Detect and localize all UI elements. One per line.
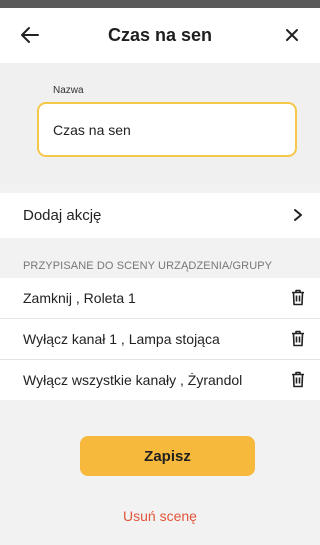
trash-icon[interactable] [291,330,305,347]
assigned-device-label: Wyłącz wszystkie kanały , Żyrandol [23,372,243,388]
delete-scene-link[interactable]: Usuń scenę [0,508,320,524]
page-title: Czas na sen [107,25,213,45]
assigned-device-label: Wyłącz kanał 1 , Lampa stojąca [23,331,220,347]
add-action-row[interactable]: Dodaj akcję [0,193,320,238]
trash-icon[interactable] [291,289,305,306]
scene-name-label: Nazwa [53,85,84,96]
assigned-devices-heading: PRZYPISANE DO SCENY URZĄDZENIA/GRUPY [23,260,273,272]
app-header: Czas na sen [0,8,320,63]
scene-name-section: Nazwa Czas na sen [0,63,320,183]
arrow-left-icon[interactable] [20,24,40,46]
trash-icon[interactable] [291,371,305,388]
assigned-device-row[interactable]: Wyłącz kanał 1 , Lampa stojąca [0,319,320,359]
assigned-device-row[interactable]: Zamknij , Roleta 1 [0,278,320,318]
chevron-right-icon [294,209,302,221]
scene-name-input[interactable]: Czas na sen [37,102,297,157]
assigned-device-row[interactable]: Wyłącz wszystkie kanały , Żyrandol [0,360,320,400]
assigned-device-label: Zamknij , Roleta 1 [23,290,136,306]
close-icon[interactable] [282,24,302,46]
save-button[interactable]: Zapisz [80,436,255,476]
add-action-label: Dodaj akcję [23,207,102,224]
status-strip [0,0,320,8]
